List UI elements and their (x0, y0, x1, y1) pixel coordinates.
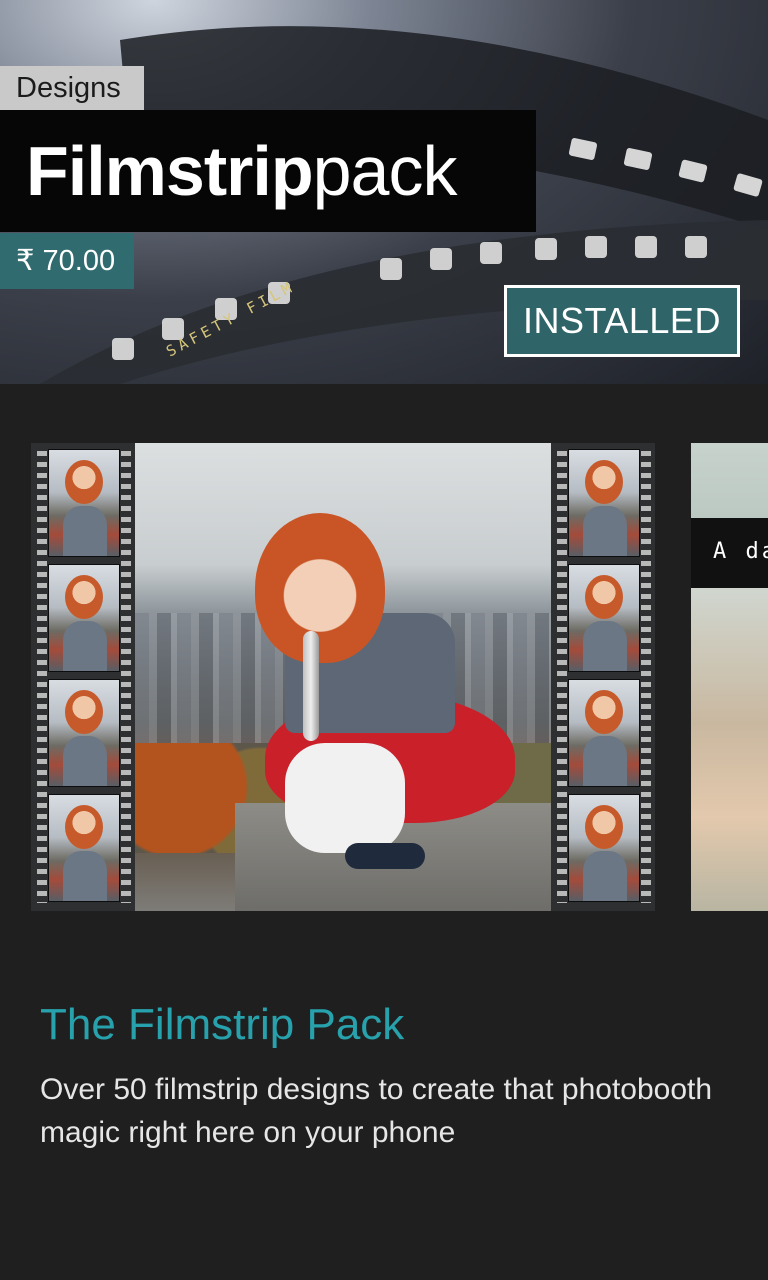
sprocket-holes-icon (121, 451, 131, 903)
filmstrip-right (551, 443, 655, 911)
preview-main-photo (135, 443, 551, 911)
description-title: The Filmstrip Pack (40, 1000, 405, 1049)
installed-button[interactable]: INSTALLED (504, 285, 740, 357)
preview-card-caption: A da (713, 539, 768, 564)
film-frame-thumbnail (48, 679, 120, 787)
film-frame-thumbnail (568, 564, 640, 672)
microphone-icon (303, 631, 319, 741)
preview-card-filmstrip[interactable] (31, 443, 655, 911)
filmstrip-left (31, 443, 135, 911)
pack-title-light: pack (312, 132, 458, 210)
sprocket-holes-icon (641, 451, 651, 903)
film-frame-thumbnail (48, 564, 120, 672)
film-frame-thumbnail (48, 794, 120, 902)
film-frame-thumbnail (568, 449, 640, 557)
description-body: Over 50 filmstrip designs to create that… (40, 1073, 713, 1149)
sprocket-holes-icon (37, 451, 47, 903)
preview-carousel[interactable]: A da (0, 443, 768, 911)
sprocket-holes-icon (557, 451, 567, 903)
pack-title: Filmstrip pack (0, 110, 536, 232)
film-frame-thumbnail (568, 794, 640, 902)
film-frame-thumbnail (48, 449, 120, 557)
category-tag: Designs (0, 66, 144, 110)
price-tag: ₹ 70.00 (0, 233, 134, 289)
hero-banner: SAFETY FILM Designs Filmstrip pack ₹ 70.0… (0, 0, 768, 384)
pack-title-bold: Filmstrip (26, 132, 314, 210)
preview-card-next[interactable]: A da (691, 443, 768, 911)
film-frame-thumbnail (568, 679, 640, 787)
